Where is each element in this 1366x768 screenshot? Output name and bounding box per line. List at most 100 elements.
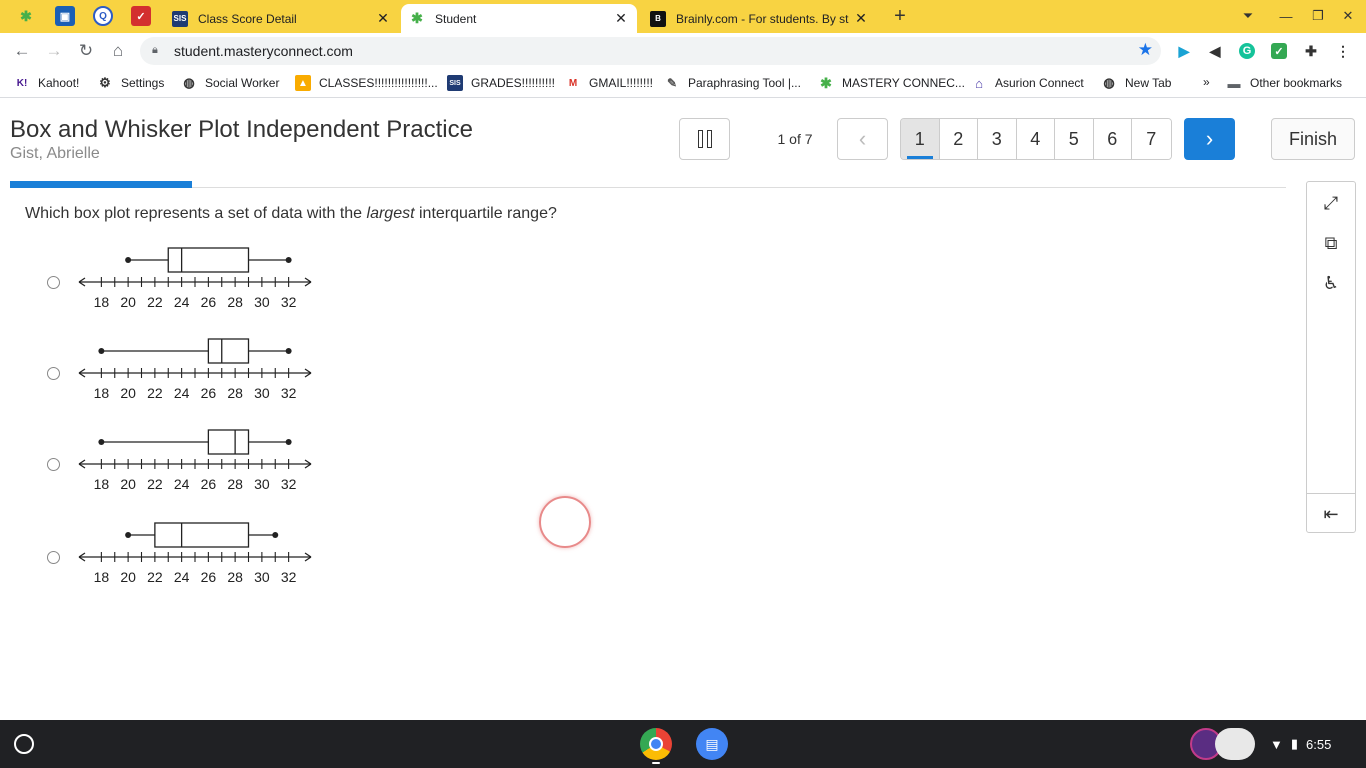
box-plot: 18 20 22 24 26 28 30 32 bbox=[78, 429, 312, 492]
question-page-button[interactable]: 5 bbox=[1055, 119, 1094, 159]
page-title: Box and Whisker Plot Independent Practic… bbox=[10, 116, 473, 143]
reload-icon[interactable]: ↻ bbox=[74, 39, 98, 63]
back-icon[interactable]: ← bbox=[10, 39, 34, 63]
tick-label: 28 bbox=[227, 569, 243, 585]
pinned-tab-mastery-icon[interactable]: ✱ bbox=[16, 6, 36, 26]
url-text: student.masteryconnect.com bbox=[174, 43, 353, 59]
extension-mute-icon[interactable]: ◀ bbox=[1207, 43, 1223, 59]
pinned-tab-contacts-icon[interactable]: ▣ bbox=[55, 6, 75, 26]
highlighter-icon[interactable]: ⧉ bbox=[1307, 225, 1355, 261]
system-tray[interactable]: ▼ ▮ 6:55 bbox=[1270, 730, 1360, 758]
gear-icon: ⚙ bbox=[99, 75, 111, 90]
tab-title: Brainly.com - For students. By st bbox=[676, 11, 849, 26]
close-window-icon[interactable]: ✕ bbox=[1337, 6, 1359, 26]
bookmark-settings[interactable]: ⚙ Settings bbox=[97, 75, 164, 91]
extension-check-icon[interactable]: ✓ bbox=[1271, 43, 1287, 59]
iqr-box bbox=[154, 522, 250, 548]
choice-radio[interactable] bbox=[47, 458, 60, 471]
tick-label: 32 bbox=[281, 385, 297, 401]
max-point bbox=[285, 439, 292, 445]
tick-label: 26 bbox=[201, 569, 217, 585]
tick-label: 24 bbox=[174, 569, 190, 585]
bookmark-star-icon[interactable]: ★ bbox=[1138, 40, 1153, 60]
answer-choice[interactable]: 18 20 22 24 26 28 30 32 bbox=[40, 333, 320, 413]
bookmark-label: GMAIL!!!!!!!! bbox=[589, 76, 654, 90]
question-page-button[interactable]: 3 bbox=[978, 119, 1017, 159]
bookmark-label: Social Worker bbox=[205, 76, 280, 90]
answer-choice[interactable]: 18 20 22 24 26 28 30 32 bbox=[40, 517, 320, 597]
tick-label: 20 bbox=[120, 569, 136, 585]
bookmark-grades[interactable]: SIS GRADES!!!!!!!!!! bbox=[447, 75, 555, 91]
chrome-icon[interactable] bbox=[640, 728, 672, 760]
collapse-panel-icon[interactable]: ⇤ bbox=[1307, 496, 1355, 532]
bookmark-paraphrasing-tool[interactable]: ✎ Paraphrasing Tool |... bbox=[664, 75, 801, 91]
pinned-tab-pdf-icon[interactable]: ✓ bbox=[131, 6, 151, 26]
tab-brainly[interactable]: B Brainly.com - For students. By st ✕ bbox=[642, 4, 877, 33]
question-page-button[interactable]: 1 bbox=[901, 119, 940, 159]
other-bookmarks[interactable]: ▬ Other bookmarks bbox=[1226, 75, 1343, 91]
progress-track bbox=[10, 187, 1286, 188]
tick-label: 28 bbox=[227, 294, 243, 310]
bookmark-mastery-connect[interactable]: ✱ MASTERY CONNEC... bbox=[818, 75, 965, 91]
choice-radio[interactable] bbox=[47, 276, 60, 289]
tick-label: 18 bbox=[94, 476, 110, 492]
bookmark-label: GRADES!!!!!!!!!! bbox=[471, 76, 556, 90]
tick-label: 22 bbox=[147, 385, 163, 401]
close-tab-icon[interactable]: ✕ bbox=[613, 10, 629, 27]
home-icon[interactable]: ⌂ bbox=[106, 39, 130, 63]
browser-menu-icon[interactable]: ⋮ bbox=[1335, 43, 1351, 59]
accessibility-icon[interactable]: ♿︎ bbox=[1307, 265, 1355, 301]
tick-label: 24 bbox=[174, 294, 190, 310]
close-tab-icon[interactable]: ✕ bbox=[853, 10, 869, 27]
close-tab-icon[interactable]: ✕ bbox=[375, 10, 391, 27]
tick-label: 30 bbox=[254, 294, 270, 310]
forward-icon[interactable]: → bbox=[42, 39, 66, 63]
iqr-box bbox=[207, 429, 250, 455]
new-tab-button[interactable]: + bbox=[889, 5, 911, 27]
choice-radio[interactable] bbox=[47, 367, 60, 380]
iqr-box bbox=[207, 338, 250, 364]
previous-question-button[interactable]: ‹ bbox=[837, 118, 888, 160]
tick-label: 26 bbox=[201, 294, 217, 310]
bookmark-kahoot[interactable]: K! Kahoot! bbox=[14, 75, 80, 91]
minimize-icon[interactable]: — bbox=[1275, 6, 1297, 26]
bookmark-social-worker[interactable]: ◍ Social Worker bbox=[181, 75, 279, 91]
question-page-button[interactable]: 2 bbox=[939, 119, 978, 159]
max-point bbox=[285, 257, 292, 263]
question-page-button[interactable]: 6 bbox=[1093, 119, 1132, 159]
pause-button[interactable] bbox=[679, 118, 730, 160]
address-bar[interactable]: 🔒︎ student.masteryconnect.com ★ bbox=[140, 37, 1161, 65]
mastery-connect-icon: ✱ bbox=[411, 10, 423, 26]
gmail-icon: M bbox=[568, 77, 578, 89]
tick-label: 28 bbox=[227, 385, 243, 401]
quill-icon: ✎ bbox=[666, 76, 678, 90]
screenshot-thumbnail[interactable] bbox=[1215, 728, 1255, 760]
extensions-puzzle-icon[interactable]: ✚ bbox=[1303, 43, 1319, 59]
launcher-icon[interactable] bbox=[14, 734, 34, 754]
bookmark-label: Paraphrasing Tool |... bbox=[688, 76, 801, 90]
answer-choice[interactable]: 18 20 22 24 26 28 30 32 bbox=[40, 242, 320, 322]
classroom-icon: ▲ bbox=[295, 75, 311, 91]
tab-student[interactable]: ✱ Student ✕ bbox=[401, 4, 637, 33]
extension-speechify-icon[interactable]: ▶ bbox=[1176, 43, 1192, 59]
bookmark-classes[interactable]: ▲ CLASSES!!!!!!!!!!!!!!!!... bbox=[295, 75, 438, 91]
tick-label: 22 bbox=[147, 294, 163, 310]
bookmark-new-tab[interactable]: ◍ New Tab bbox=[1101, 75, 1171, 91]
question-page-button[interactable]: 7 bbox=[1132, 119, 1171, 159]
pinned-tab-quizlet-icon[interactable]: Q bbox=[93, 6, 113, 26]
answer-choice[interactable]: 18 20 22 24 26 28 30 32 bbox=[40, 424, 320, 504]
tab-class-score-detail[interactable]: SIS Class Score Detail ✕ bbox=[164, 4, 399, 33]
extension-grammarly-icon[interactable]: G bbox=[1239, 43, 1255, 59]
question-page-button[interactable]: 4 bbox=[1016, 119, 1055, 159]
choice-radio[interactable] bbox=[47, 551, 60, 564]
tab-search-icon[interactable]: ⏷ bbox=[1237, 6, 1259, 26]
tick-label: 26 bbox=[201, 476, 217, 492]
bookmarks-overflow-icon[interactable]: » bbox=[1203, 75, 1210, 89]
docs-icon[interactable]: ▤ bbox=[696, 728, 728, 760]
expand-icon[interactable]: ⤢ bbox=[1307, 185, 1355, 221]
bookmark-asurion-connect[interactable]: ⌂ Asurion Connect bbox=[971, 75, 1084, 91]
next-question-button[interactable]: › bbox=[1184, 118, 1235, 160]
bookmark-gmail[interactable]: M GMAIL!!!!!!!! bbox=[565, 75, 653, 91]
finish-button[interactable]: Finish bbox=[1271, 118, 1355, 160]
restore-icon[interactable]: ❐ bbox=[1307, 6, 1329, 26]
